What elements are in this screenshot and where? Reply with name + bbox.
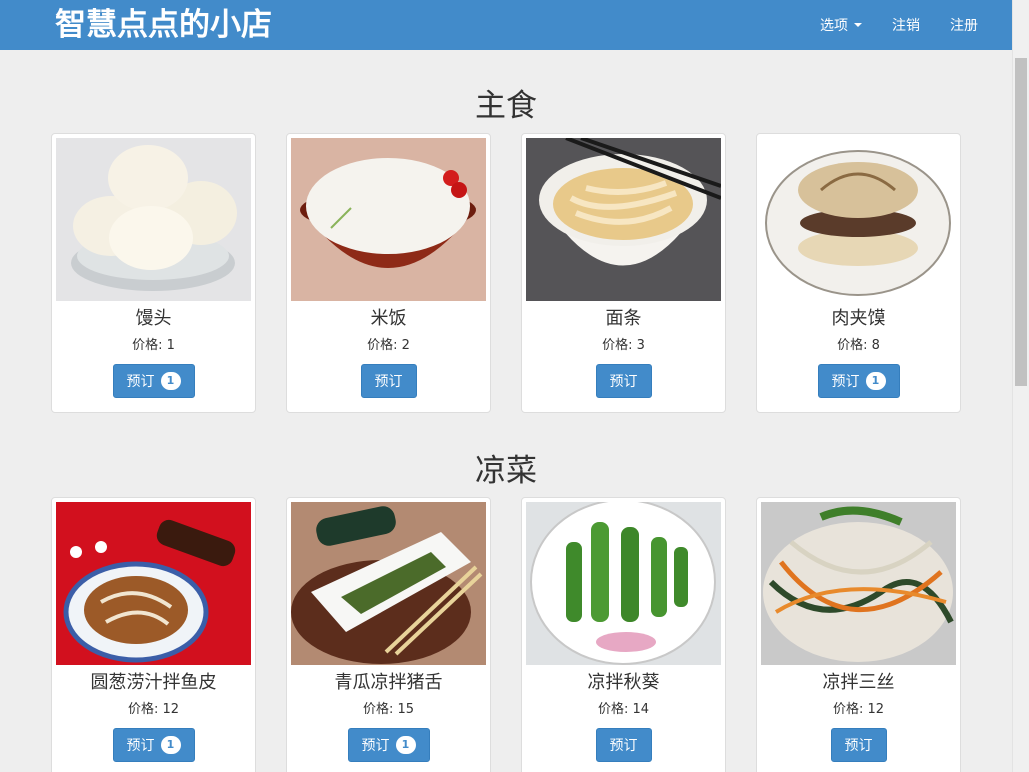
product-price: 价格: 14 [597,702,650,717]
order-button[interactable]: 预订 1 [112,364,195,398]
order-count-badge: 1 [865,372,886,390]
scrollbar-thumb[interactable] [1015,58,1027,386]
order-button[interactable]: 预订 [830,728,887,762]
logout-link[interactable]: 注销 [892,15,920,35]
order-button[interactable]: 预订 [595,364,652,398]
product-image-mantou [56,138,251,301]
order-button[interactable]: 预订 [595,728,652,762]
product-name: 青瓜凉拌猪舌 [334,672,443,693]
order-button-label: 预订 [126,738,155,754]
order-count-badge: 1 [395,736,416,754]
order-count-badge: 1 [160,736,181,754]
section-title-staple: 主食 [475,88,537,124]
product-image-rice [291,138,486,301]
order-button-label: 预订 [374,374,403,390]
order-button-label: 预订 [126,374,155,390]
order-button-label: 预订 [609,738,638,754]
order-button[interactable]: 预订 1 [347,728,430,762]
product-image-three-shreds [761,502,956,665]
product-name: 圆葱涝汁拌鱼皮 [90,672,217,693]
product-price: 价格: 8 [837,338,880,353]
options-label: 选项 [820,18,848,34]
product-price: 价格: 12 [127,702,180,717]
nav-menu: 选项 注销 注册 [790,0,978,50]
vertical-scrollbar[interactable] [1012,0,1029,772]
product-card: 圆葱涝汁拌鱼皮 价格: 12 预订 1 [51,497,256,772]
order-button[interactable]: 预订 1 [112,728,195,762]
brand-title[interactable]: 智慧点点的小店 [55,6,272,44]
product-price: 价格: 3 [602,338,645,353]
product-card: 米饭 价格: 2 预订 [286,133,491,413]
product-image-okra [526,502,721,665]
navbar: 智慧点点的小店 选项 注销 注册 [0,0,1012,50]
caret-down-icon [854,23,862,27]
product-price: 价格: 1 [132,338,175,353]
product-image-roujiamo [761,138,956,301]
product-name: 凉拌秋葵 [587,672,660,693]
product-image-pork-tongue [291,502,486,665]
order-button[interactable]: 预订 1 [817,364,900,398]
order-count-badge: 1 [160,372,181,390]
product-price: 价格: 15 [362,702,415,717]
options-dropdown[interactable]: 选项 [820,15,862,35]
product-price: 价格: 2 [367,338,410,353]
product-name: 米饭 [370,308,407,329]
product-image-fish-skin [56,502,251,665]
product-card: 凉拌三丝 价格: 12 预订 [756,497,961,772]
product-card: 面条 价格: 3 预订 [521,133,726,413]
order-button-label: 预订 [844,738,873,754]
product-price: 价格: 12 [832,702,885,717]
product-card: 肉夹馍 价格: 8 预订 1 [756,133,961,413]
product-card: 馒头 价格: 1 预订 1 [51,133,256,413]
product-name: 面条 [605,308,642,329]
product-card: 凉拌秋葵 价格: 14 预订 [521,497,726,772]
section-title-cold-dishes: 凉菜 [475,453,537,489]
product-card: 青瓜凉拌猪舌 价格: 15 预订 1 [286,497,491,772]
register-link[interactable]: 注册 [950,15,978,35]
product-name: 馒头 [135,308,172,329]
product-name: 凉拌三丝 [822,672,895,693]
order-button[interactable]: 预订 [360,364,417,398]
product-image-noodles [526,138,721,301]
order-button-label: 预订 [361,738,390,754]
order-button-label: 预订 [831,374,860,390]
product-name: 肉夹馍 [831,308,886,329]
order-button-label: 预订 [609,374,638,390]
